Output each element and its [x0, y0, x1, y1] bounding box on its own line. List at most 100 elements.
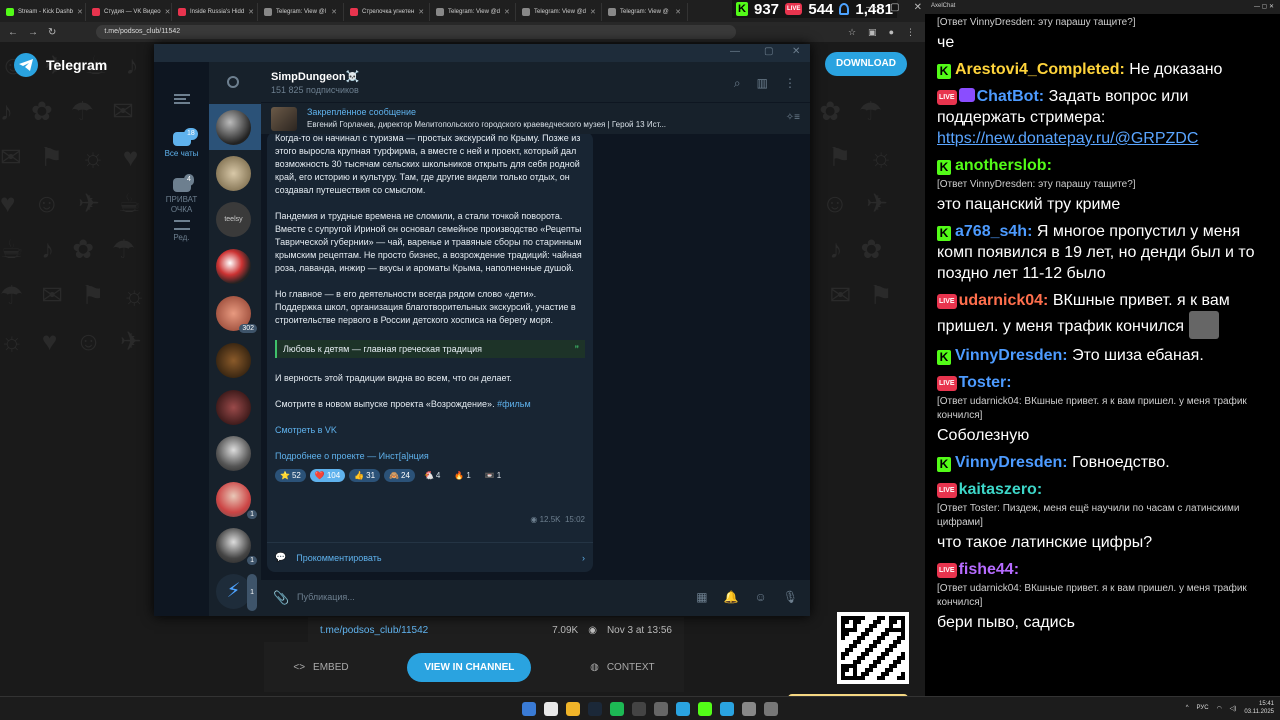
- context-button[interactable]: ◍ CONTEXT: [590, 662, 655, 673]
- comment-button[interactable]: 💬 Прокомментировать ›: [267, 542, 593, 572]
- project-link[interactable]: Подробнее о проекте — Инст[а]нция: [275, 451, 429, 461]
- browser-tab[interactable]: Telegram: View @d ✕: [430, 3, 516, 21]
- tab-close-icon[interactable]: ✕: [331, 8, 337, 16]
- tab-close-icon[interactable]: ✕: [165, 8, 171, 16]
- close-icon[interactable]: ✕: [914, 2, 922, 13]
- channel-header[interactable]: SimpDungeon☠️ 151 825 подписчиков ⌕ ▥ ⋮: [261, 62, 810, 102]
- wifi-icon[interactable]: ◠: [1217, 705, 1222, 712]
- bell-icon[interactable]: 🔔: [724, 590, 739, 604]
- browser-tab[interactable]: Студия — VK Видео ✕: [86, 3, 172, 21]
- tab-close-icon[interactable]: ✕: [418, 8, 424, 16]
- vk-link[interactable]: Смотреть в VK: [275, 425, 337, 435]
- browser-tab[interactable]: Telegram: View @d ✕: [516, 3, 602, 21]
- hamburger-menu-icon[interactable]: [174, 94, 190, 104]
- back-icon[interactable]: ←: [8, 27, 18, 38]
- tg-minimize-icon[interactable]: —: [730, 46, 740, 57]
- search-icon[interactable]: ⌕: [734, 76, 741, 91]
- taskbar-app-icon[interactable]: [720, 702, 734, 716]
- forward-icon[interactable]: →: [28, 27, 38, 38]
- reaction-chip[interactable]: ⭐ 52: [275, 469, 306, 482]
- chat-avatar[interactable]: [216, 110, 251, 145]
- chat-nick[interactable]: fishe44:: [959, 561, 1019, 578]
- microphone-icon[interactable]: 🎙: [783, 590, 798, 604]
- minimize-icon[interactable]: —: [866, 2, 876, 13]
- more-icon[interactable]: ⋮: [906, 27, 915, 38]
- chat-avatar[interactable]: [216, 156, 251, 191]
- taskbar-app-icon[interactable]: [742, 702, 756, 716]
- schedule-icon[interactable]: ▦: [696, 590, 707, 604]
- taskbar-app-icon[interactable]: [676, 702, 690, 716]
- reaction-chip[interactable]: 🔥 1: [449, 469, 475, 482]
- sidebar-toggle-icon[interactable]: ▥: [757, 76, 768, 91]
- taskbar-app-icon[interactable]: [566, 702, 580, 716]
- chat-nick[interactable]: Arestovi4_Completed:: [955, 61, 1125, 78]
- reaction-chip[interactable]: ❤️ 104: [309, 469, 346, 482]
- bookmark-icon[interactable]: ☆: [848, 27, 856, 38]
- taskbar-app-icon[interactable]: [698, 702, 712, 716]
- chat-nick[interactable]: a768_s4h:: [955, 223, 1032, 240]
- chat-avatar[interactable]: teelsy: [216, 202, 251, 237]
- download-button[interactable]: DOWNLOAD: [825, 52, 907, 76]
- profile-icon[interactable]: ●: [889, 27, 894, 38]
- emoji-icon[interactable]: ☺: [755, 590, 767, 604]
- browser-tab[interactable]: Telegram: View @l ✕: [258, 3, 344, 21]
- attach-icon[interactable]: 📎: [273, 590, 289, 606]
- taskbar-app-icon[interactable]: [522, 702, 536, 716]
- reaction-chip[interactable]: 👍 31: [349, 469, 381, 482]
- taskbar-app-icon[interactable]: [632, 702, 646, 716]
- tab-close-icon[interactable]: ✕: [590, 8, 596, 16]
- tray-chevron-icon[interactable]: ^: [1186, 705, 1189, 711]
- browser-tab[interactable]: Telegram: View @ ✕: [602, 3, 688, 21]
- browser-tab[interactable]: Stream - Kick Dashb ✕: [0, 3, 86, 21]
- url-field[interactable]: t.me/podsos_club/11542: [96, 25, 737, 39]
- telegram-logo[interactable]: Telegram: [14, 53, 107, 77]
- chat-nick[interactable]: VinnyDresden:: [955, 347, 1068, 364]
- more-icon[interactable]: ⋮: [784, 76, 796, 91]
- chat-avatar[interactable]: 1: [216, 482, 257, 519]
- search-icon[interactable]: [227, 76, 239, 88]
- browser-tab[interactable]: Inside Russia's Hidd ✕: [172, 3, 258, 21]
- reaction-chip[interactable]: 🐔 4: [419, 469, 445, 482]
- embed-button[interactable]: <> EMBED: [293, 662, 348, 673]
- volume-icon[interactable]: ◁): [1230, 705, 1237, 712]
- post-link[interactable]: t.me/podsos_club/11542: [320, 625, 428, 636]
- tab-close-icon[interactable]: ✕: [675, 8, 681, 16]
- chat-nick[interactable]: VinnyDresden:: [955, 454, 1068, 471]
- chat-avatar[interactable]: ⚡ 1: [216, 574, 257, 611]
- pin-list-icon[interactable]: ✧≡: [786, 112, 800, 123]
- chat-nick[interactable]: ChatBot:: [977, 88, 1045, 105]
- reload-icon[interactable]: ↻: [48, 27, 56, 38]
- composer-input[interactable]: Публикация...: [297, 592, 355, 602]
- browser-tab[interactable]: Стрелочка угнетен ✕: [344, 3, 430, 21]
- folder-private[interactable]: 4 ПРИВАТ ОЧКА: [154, 174, 209, 215]
- maximize-icon[interactable]: ▢: [890, 2, 899, 13]
- tg-close-icon[interactable]: ✕: [792, 46, 800, 57]
- hashtag-link[interactable]: #фильм: [497, 399, 531, 409]
- clock[interactable]: 15:41 03.11.2025: [1244, 700, 1274, 716]
- chat-nick[interactable]: kaitaszero:: [959, 481, 1043, 498]
- taskbar-app-icon[interactable]: [654, 702, 668, 716]
- chat-link[interactable]: https://new.donatepay.ru/@GRPZDC: [937, 130, 1198, 147]
- pinned-message-bar[interactable]: Закреплённое сообщение Евгений Горлачев,…: [261, 102, 810, 134]
- tab-close-icon[interactable]: ✕: [504, 8, 510, 16]
- chat-nick[interactable]: udarnick04:: [959, 292, 1049, 309]
- tg-maximize-icon[interactable]: ▢: [764, 46, 773, 57]
- taskbar-app-icon[interactable]: [588, 702, 602, 716]
- tab-close-icon[interactable]: ✕: [248, 8, 254, 16]
- chat-avatar[interactable]: 1: [216, 528, 257, 565]
- chat-avatar[interactable]: 302: [216, 296, 257, 333]
- chat-nick[interactable]: anotherslob:: [955, 157, 1052, 174]
- taskbar-app-icon[interactable]: [764, 702, 778, 716]
- taskbar-app-icon[interactable]: [544, 702, 558, 716]
- view-in-channel-button[interactable]: VIEW IN CHANNEL: [407, 652, 532, 682]
- folder-edit[interactable]: Ред.: [154, 220, 209, 243]
- chat-window-controls[interactable]: — ▢ ✕: [1254, 3, 1274, 11]
- chat-avatar[interactable]: [216, 343, 251, 378]
- reaction-chip[interactable]: 🙈 24: [384, 469, 415, 482]
- chat-avatar[interactable]: [216, 436, 251, 471]
- folder-all-chats[interactable]: 18 Все чаты: [154, 128, 209, 159]
- chat-nick[interactable]: Toster:: [959, 374, 1012, 391]
- chat-avatar[interactable]: [216, 390, 251, 425]
- chat-avatar[interactable]: [216, 249, 251, 284]
- extensions-icon[interactable]: ▣: [868, 27, 877, 38]
